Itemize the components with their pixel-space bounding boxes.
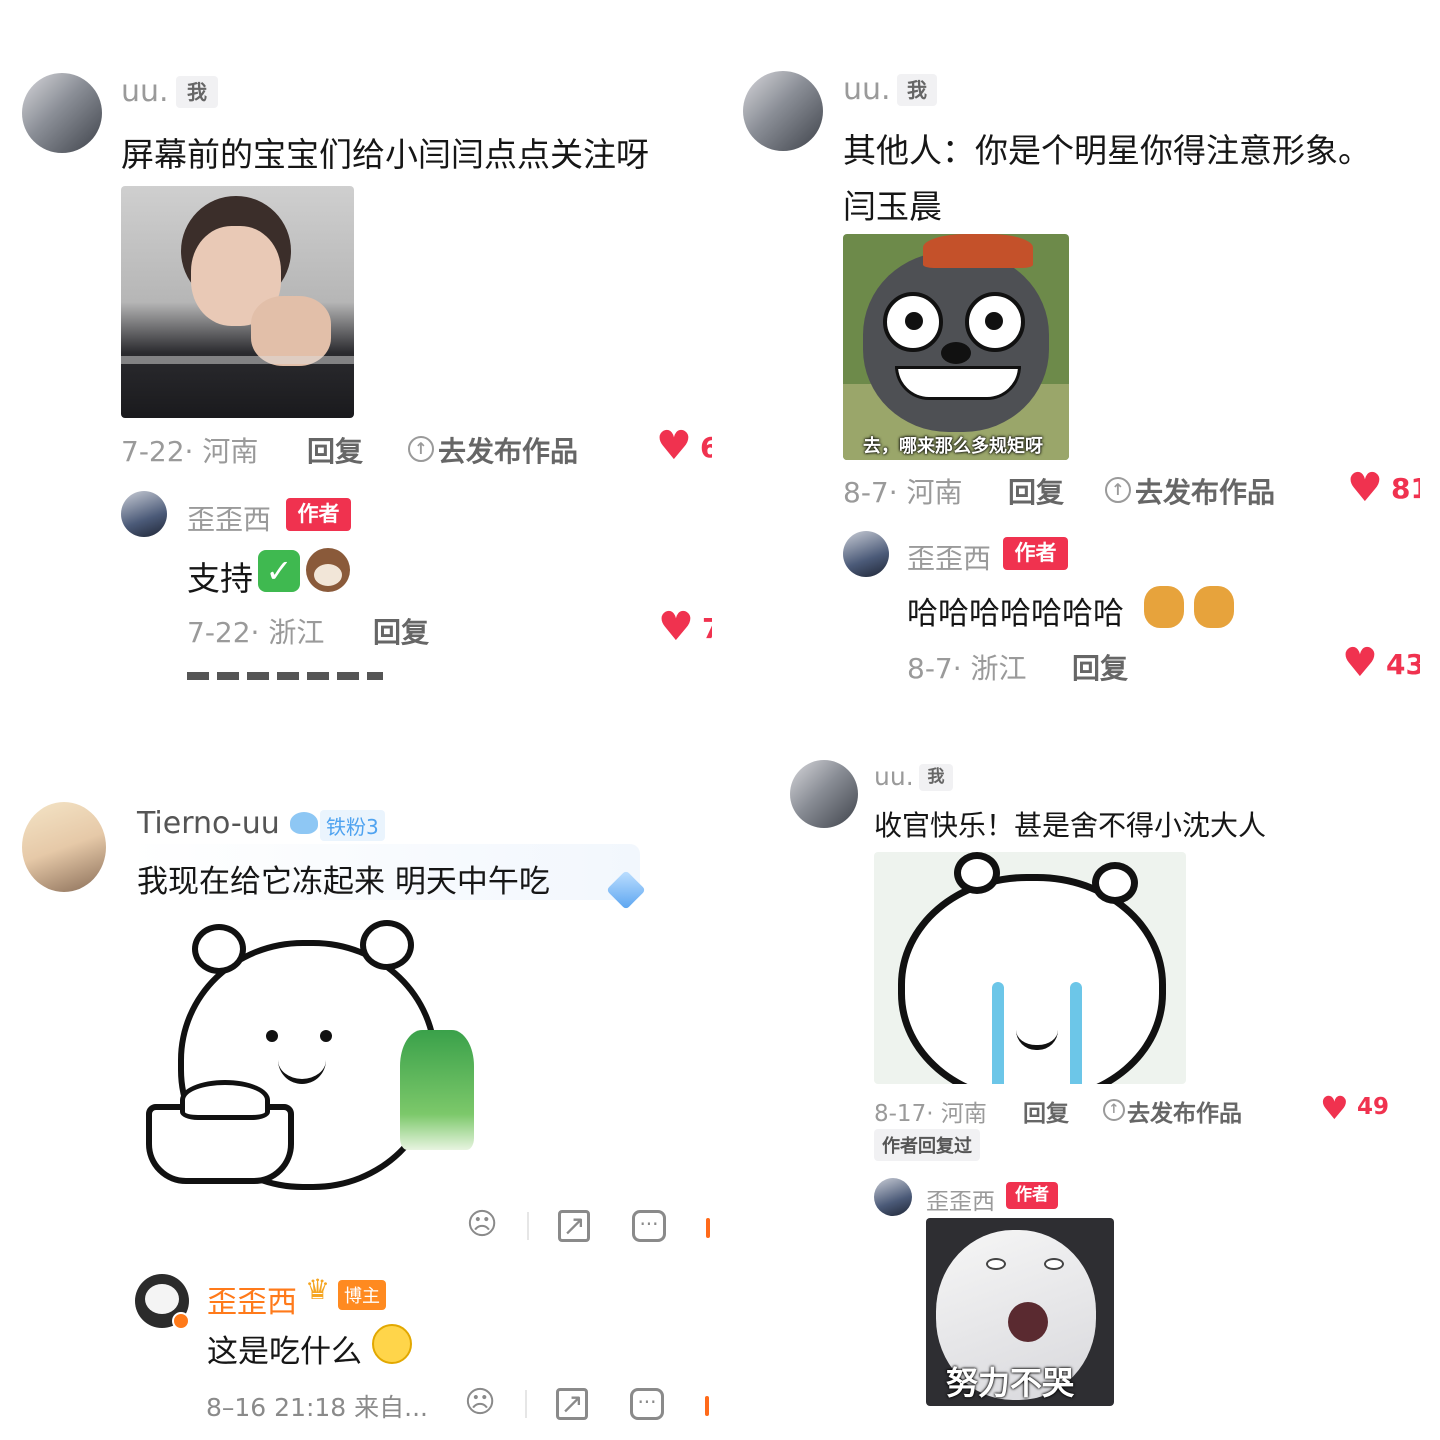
sub-comment-text: 支持 (187, 559, 253, 598)
upload-icon[interactable]: ↑ (408, 436, 434, 462)
user-avatar[interactable] (22, 73, 102, 153)
sub-reply-button[interactable]: 回复 (373, 611, 429, 651)
username[interactable]: uu. (121, 74, 169, 109)
upload-icon[interactable]: ↑ (1105, 477, 1131, 503)
heart-icon[interactable]: ♥ (1320, 1092, 1349, 1124)
comment-panel-3: Tierno-uu 铁粉3 我现在给它冻起来 明天中午吃 ☹ ↗ ··· 歪歪西… (0, 780, 715, 1440)
reply-button[interactable]: 回复 (1023, 1094, 1069, 1128)
comment-text: 屏幕前的宝宝们给小闫闫点点关注呀 (121, 135, 649, 174)
check-emoji: ✓ (258, 550, 300, 592)
sub-comment-date-location: 7-22· 浙江 (187, 616, 325, 649)
me-tag: 我 (897, 74, 937, 106)
user-avatar[interactable] (743, 71, 823, 151)
sub-comment-date-location: 8-7· 浙江 (907, 652, 1027, 685)
sub-user-avatar[interactable] (874, 1178, 912, 1216)
emoji-icon[interactable]: ☹ (466, 1210, 498, 1242)
fan-badge: 铁粉3 (320, 810, 385, 841)
like-count: 6 (700, 431, 712, 464)
comment-icon[interactable]: ··· (632, 1210, 666, 1242)
comment-panel-1: uu. 我 屏幕前的宝宝们给小闫闫点点关注呀 7-22· 河南 回复 ↑ 去发布… (0, 0, 712, 680)
publish-work-button[interactable]: 去发布作品 (438, 430, 578, 470)
publish-work-button[interactable]: 去发布作品 (1127, 1094, 1242, 1128)
blogger-tag: 博主 (338, 1280, 386, 1310)
comment-panel-4: uu. 我 收官快乐！甚是舍不得小沈大人 8-17· 河南 回复 ↑ 去发布作品… (770, 740, 1440, 1430)
me-tag: 我 (919, 764, 953, 791)
reply-button[interactable]: 回复 (307, 430, 363, 470)
emoji-icon[interactable]: ☹ (464, 1388, 496, 1420)
comment-meme-image[interactable]: 去，哪来那么多规矩呀 (843, 234, 1069, 460)
author-replied-badge: 作者回复过 (874, 1129, 980, 1161)
comment-icon[interactable]: ··· (630, 1388, 664, 1420)
author-tag: 作者 (286, 498, 351, 531)
heart-icon[interactable]: ♥ (1347, 468, 1383, 508)
sub-heart-icon[interactable]: ♥ (1342, 643, 1378, 683)
comment-date-location: 8-7· 河南 (843, 476, 963, 509)
comment-date-location: 8-17· 河南 (874, 1101, 987, 1127)
share-icon[interactable]: ↗ (558, 1210, 590, 1242)
crown-icon: ♛ (305, 1273, 331, 1306)
heart-icon[interactable]: ♥ (656, 426, 692, 466)
divider (527, 1212, 529, 1240)
username[interactable]: Tierno-uu (137, 806, 280, 841)
like-count: 81 (1391, 472, 1420, 505)
sub-username[interactable]: 歪歪西 (187, 498, 271, 538)
sub-like-count: 43 (1386, 648, 1420, 681)
comment-sticker-image[interactable] (874, 852, 1186, 1084)
image-caption: 去，哪来那么多规矩呀 (863, 436, 1043, 457)
user-avatar[interactable] (790, 760, 858, 828)
sub-comment-meta: 8–16 21:18 来自... (206, 1393, 428, 1422)
sub-like-count: 7 (702, 612, 712, 645)
comment-photo[interactable] (121, 186, 354, 418)
sub-heart-icon[interactable]: ♥ (658, 607, 694, 647)
me-tag: 我 (176, 76, 218, 108)
sub-comment-meme-image[interactable]: 努力不哭 (926, 1218, 1114, 1406)
comment-panel-2: uu. 我 其他人：你是个明星你得注意形象。 闫玉晨 去，哪来那么多规矩呀 8-… (720, 0, 1420, 690)
comment-date-location: 7-22· 河南 (121, 435, 259, 468)
sub-reply-button[interactable]: 回复 (1072, 647, 1128, 687)
share-icon[interactable]: ↗ (556, 1388, 588, 1420)
thinking-emoji (372, 1324, 412, 1364)
edge-marker (705, 1396, 709, 1416)
sub-comment-text: 哈哈哈哈哈哈哈 (907, 596, 1124, 632)
sub-username[interactable]: 歪歪西 (207, 1277, 297, 1321)
comment-text: 收官快乐！甚是舍不得小沈大人 (874, 809, 1267, 842)
author-tag: 作者 (1003, 537, 1068, 570)
edge-marker (706, 1218, 710, 1238)
sub-comment-text: 这是吃什么 (207, 1334, 362, 1370)
cut-off-text (187, 672, 383, 680)
user-avatar[interactable] (22, 802, 106, 892)
sub-user-avatar[interactable] (843, 531, 889, 577)
username[interactable]: uu. (843, 72, 891, 107)
divider (525, 1390, 527, 1418)
fan-badge-icon (290, 812, 318, 834)
cat-emoji (1194, 586, 1234, 628)
cat-emoji (1144, 586, 1184, 628)
dog-emoji (306, 548, 350, 592)
comment-sticker-image[interactable] (140, 920, 500, 1190)
comment-text-line1: 其他人：你是个明星你得注意形象。 (843, 131, 1371, 170)
comment-text-line2: 闫玉晨 (843, 187, 942, 226)
image-caption: 努力不哭 (946, 1364, 1075, 1402)
sub-user-avatar[interactable] (121, 491, 167, 537)
publish-work-button[interactable]: 去发布作品 (1135, 471, 1275, 511)
upload-icon[interactable]: ↑ (1103, 1099, 1125, 1121)
reply-button[interactable]: 回复 (1008, 471, 1064, 511)
like-count: 49 (1357, 1094, 1390, 1120)
verified-badge (172, 1312, 190, 1330)
author-tag: 作者 (1006, 1182, 1058, 1209)
username[interactable]: uu. (874, 762, 914, 791)
sub-username[interactable]: 歪歪西 (926, 1182, 995, 1216)
sub-username[interactable]: 歪歪西 (907, 537, 991, 577)
comment-text: 我现在给它冻起来 明天中午吃 (137, 864, 550, 900)
